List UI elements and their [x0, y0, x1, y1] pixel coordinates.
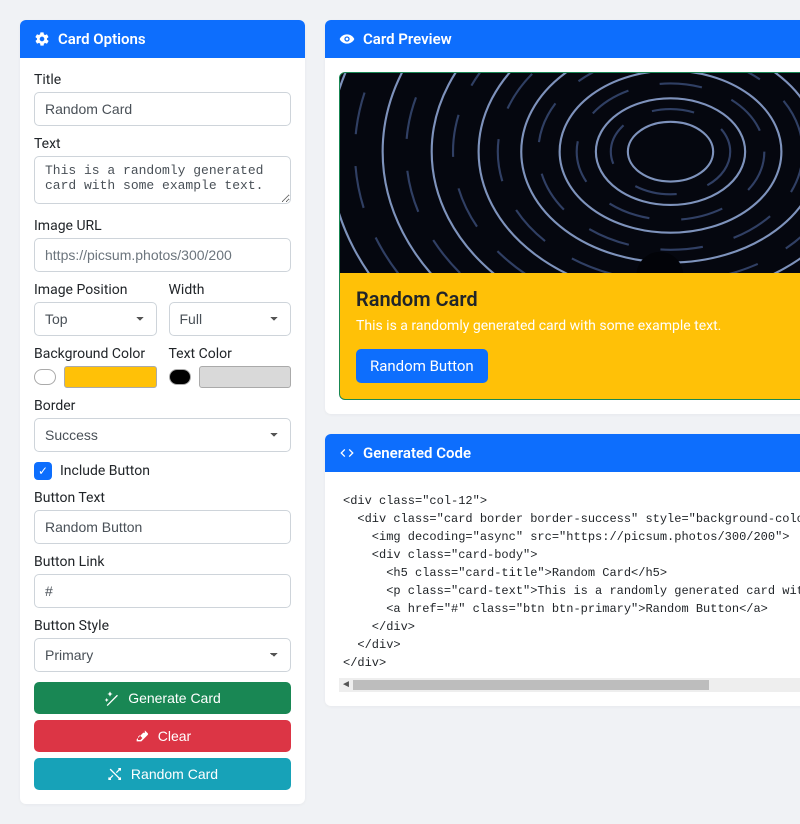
random-card-button[interactable]: Random Card: [34, 758, 291, 790]
eraser-icon: [134, 728, 150, 744]
scroll-track[interactable]: [353, 680, 800, 690]
text-color-swatch-small[interactable]: [169, 369, 191, 385]
button-style-label: Button Style: [34, 618, 291, 634]
card-preview-title: Card Preview: [363, 30, 452, 48]
text-color-label: Text Color: [169, 346, 292, 362]
card-options-panel: Card Options Title Text This is a random…: [20, 20, 305, 804]
generated-code-block[interactable]: <div class="col-12"> <div class="card bo…: [339, 486, 800, 676]
card-options-header: Card Options: [20, 20, 305, 58]
scroll-thumb[interactable]: [353, 680, 709, 690]
check-icon: ✓: [38, 464, 48, 478]
title-label: Title: [34, 72, 291, 88]
code-icon: [339, 445, 355, 461]
button-text-label: Button Text: [34, 490, 291, 506]
scroll-left-arrow[interactable]: ◄: [339, 679, 353, 690]
text-color-swatch[interactable]: [199, 366, 292, 388]
image-position-select[interactable]: Top: [34, 302, 157, 336]
border-select[interactable]: Success: [34, 418, 291, 452]
preview-card-text: This is a randomly generated card with s…: [356, 317, 800, 337]
image-url-label: Image URL: [34, 218, 291, 234]
card-preview-header: Card Preview: [325, 20, 800, 58]
preview-card-image: [340, 73, 800, 273]
text-label: Text: [34, 136, 291, 152]
preview-card-button[interactable]: Random Button: [356, 349, 488, 383]
image-url-input[interactable]: [34, 238, 291, 272]
generated-code-panel: Generated Code Copy <div class="col-12">…: [325, 434, 800, 706]
button-text-input[interactable]: [34, 510, 291, 544]
button-link-label: Button Link: [34, 554, 291, 570]
generate-card-button[interactable]: Generate Card: [34, 682, 291, 714]
bg-color-swatch-small[interactable]: [34, 369, 56, 385]
generated-code-title: Generated Code: [363, 444, 471, 462]
include-button-checkbox[interactable]: ✓: [34, 462, 52, 480]
image-position-label: Image Position: [34, 282, 157, 298]
border-label: Border: [34, 398, 291, 414]
magic-wand-icon: [104, 690, 120, 706]
bg-color-label: Background Color: [34, 346, 157, 362]
card-options-title: Card Options: [58, 30, 146, 48]
width-label: Width: [169, 282, 292, 298]
text-textarea[interactable]: This is a randomly generated card with s…: [34, 156, 291, 204]
preview-card: Random Card This is a randomly generated…: [339, 72, 800, 400]
title-input[interactable]: [34, 92, 291, 126]
preview-card-title: Random Card: [356, 287, 800, 311]
clear-button[interactable]: Clear: [34, 720, 291, 752]
generated-code-header: Generated Code: [325, 434, 800, 472]
button-style-select[interactable]: Primary: [34, 638, 291, 672]
gear-icon: [34, 31, 50, 47]
bg-color-swatch[interactable]: [64, 366, 157, 388]
button-link-input[interactable]: [34, 574, 291, 608]
include-button-label: Include Button: [60, 463, 150, 479]
width-select[interactable]: Full: [169, 302, 292, 336]
code-horizontal-scrollbar[interactable]: ◄ ►: [339, 678, 800, 692]
eye-icon: [339, 31, 355, 47]
card-preview-panel: Card Preview: [325, 20, 800, 414]
shuffle-icon: [107, 766, 123, 782]
